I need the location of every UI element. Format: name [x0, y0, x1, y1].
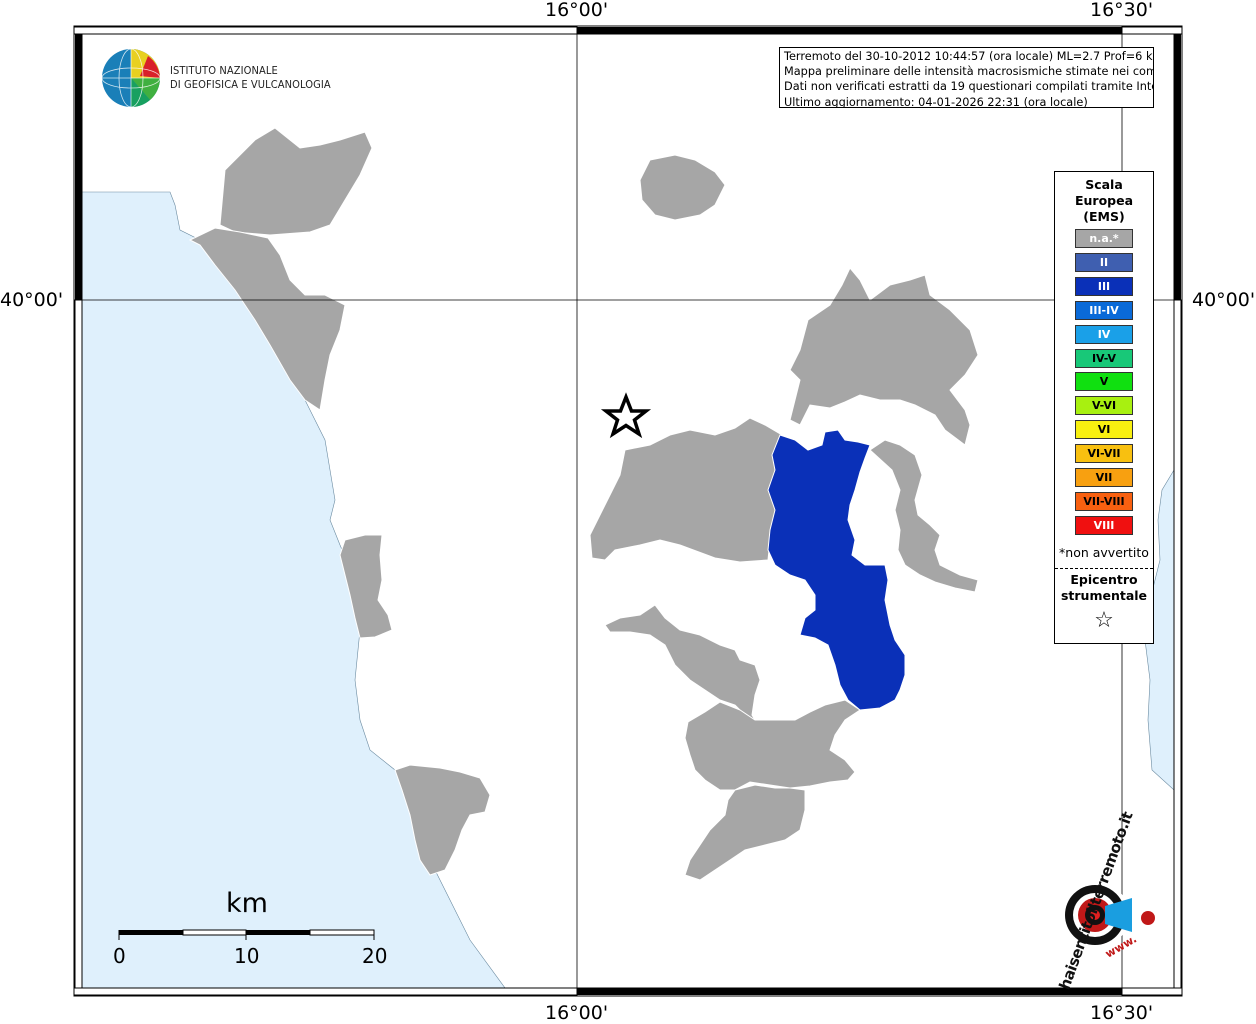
legend-item: V: [1075, 372, 1133, 392]
event-info-line3: Dati non verificati estratti da 19 quest…: [784, 80, 1154, 94]
legend-divider: [1055, 568, 1153, 569]
lon-label-top-16-00: 16°00': [545, 0, 609, 21]
legend-epicenter-star-icon: ☆: [1094, 608, 1114, 633]
legend-epicenter-line1: Epicentro: [1070, 572, 1138, 587]
ingv-name-line1: ISTITUTO NAZIONALE: [170, 64, 278, 77]
scale-tick-20: 20: [362, 944, 388, 968]
legend-item: VI: [1075, 420, 1133, 440]
ingv-name-line2: DI GEOFISICA E VULCANOLOGIA: [170, 78, 331, 91]
event-info-line1: Terremoto del 30-10-2012 10:44:57 (ora l…: [784, 50, 1154, 63]
legend-title: Scala Europea (EMS): [1055, 177, 1153, 225]
lon-label-top-16-30: 16°30': [1090, 0, 1154, 21]
scale-tick-10: 10: [234, 944, 260, 968]
legend-epicenter-line2: strumentale: [1060, 588, 1148, 603]
legend-item: n.a.*: [1075, 229, 1133, 248]
legend-item: VII: [1075, 468, 1133, 487]
legend-title-line2: Europea: [1074, 193, 1134, 208]
legend-epicenter-label: Epicentro strumentale: [1055, 572, 1153, 604]
scale-tick-0: 0: [113, 944, 126, 968]
lat-label-right-40-00: 40°00': [1192, 289, 1256, 311]
legend-note: *non avvertito: [1059, 545, 1149, 560]
legend-item: VI-VII: [1075, 444, 1133, 464]
legend-title-line3: (EMS): [1083, 209, 1125, 224]
intensity-legend: Scala Europea (EMS) n.a.* II III III-IV IV IV…: [1054, 171, 1154, 644]
legend-item: III: [1075, 276, 1133, 296]
event-info-box: Terremoto del 30-10-2012 10:44:57 (ora l…: [779, 47, 1154, 108]
legend-item: II: [1075, 252, 1133, 272]
lon-label-bottom-16-00: 16°00': [545, 1002, 609, 1024]
legend-title-line1: Scala: [1085, 177, 1123, 192]
legend-item: V-VI: [1075, 396, 1133, 416]
lon-label-bottom-16-30: 16°30': [1090, 1002, 1154, 1024]
legend-item: IV: [1075, 324, 1133, 344]
legend-item: III-IV: [1075, 300, 1133, 320]
ingv-logo-icon: [101, 48, 161, 108]
legend-item: IV-V: [1075, 348, 1133, 368]
legend-item: VII-VIII: [1075, 491, 1133, 511]
event-info-line2: Mappa preliminare delle intensità macros…: [784, 65, 1154, 79]
legend-item: VIII: [1075, 515, 1133, 535]
event-info-line4: Ultimo aggiornamento: 04-01-2026 22:31 (…: [784, 95, 1088, 108]
scale-unit-label: km: [226, 888, 268, 919]
lat-label-left-40-00: 40°00': [0, 289, 64, 311]
